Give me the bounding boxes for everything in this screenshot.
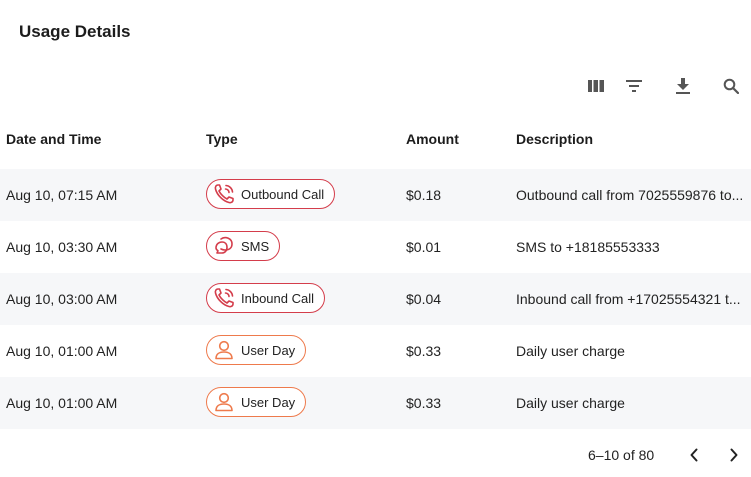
next-page-button[interactable] [722, 443, 746, 467]
row-date: Aug 10, 03:00 AM [6, 291, 118, 307]
page-title: Usage Details [19, 22, 131, 41]
row-amount: $0.33 [406, 343, 442, 359]
row-description: Outbound call from 7025559876 to... [516, 187, 744, 203]
pagination: 6–10 of 80 [0, 443, 751, 467]
column-header-type[interactable]: Type [206, 131, 396, 147]
row-amount: $0.33 [406, 395, 442, 411]
row-description: Daily user charge [516, 395, 625, 411]
row-amount: $0.01 [406, 239, 442, 255]
chat-bubble-icon [211, 233, 237, 259]
type-chip: Outbound Call [206, 179, 336, 209]
table-row[interactable]: Aug 10, 01:00 AM User Day $0.33 Daily us… [0, 377, 751, 429]
search-icon [723, 78, 739, 94]
row-date: Aug 10, 03:30 AM [6, 239, 118, 255]
phone-inbound-icon [211, 285, 237, 311]
row-amount: $0.18 [406, 187, 442, 203]
download-icon [676, 78, 690, 94]
table-row[interactable]: Aug 10, 03:00 AM Inbound Call $0.04 Inbo… [0, 273, 751, 325]
type-chip-label: Outbound Call [241, 186, 325, 202]
filter-button[interactable] [620, 72, 648, 100]
pagination-range: 6–10 of 80 [588, 447, 655, 463]
table-row[interactable]: Aug 10, 03:30 AM SMS $0.01 SMS to +18185… [0, 221, 751, 273]
filter-icon [626, 80, 642, 92]
phone-outbound-icon [211, 181, 237, 207]
row-description: SMS to +18185553333 [516, 239, 660, 255]
table-row[interactable]: Aug 10, 01:00 AM User Day $0.33 Daily us… [0, 325, 751, 377]
type-chip-label: User Day [241, 342, 296, 358]
type-chip: SMS [206, 231, 281, 261]
column-header-description[interactable]: Description [516, 131, 746, 147]
row-date: Aug 10, 01:00 AM [6, 343, 118, 359]
type-chip-label: User Day [241, 394, 296, 410]
type-chip: User Day [206, 387, 307, 417]
table-header: Date and Time Type Amount Description [0, 113, 751, 165]
previous-page-button[interactable] [682, 443, 706, 467]
type-chip-label: SMS [241, 238, 270, 254]
user-icon [211, 389, 237, 415]
type-chip-label: Inbound Call [241, 290, 314, 306]
row-date: Aug 10, 07:15 AM [6, 187, 118, 203]
row-description: Inbound call from +17025554321 t... [516, 291, 741, 307]
table-toolbar [0, 72, 751, 100]
type-chip: User Day [206, 335, 307, 365]
column-header-date[interactable]: Date and Time [6, 131, 196, 147]
type-chip: Inbound Call [206, 283, 325, 313]
column-header-amount[interactable]: Amount [406, 131, 506, 147]
search-button[interactable] [717, 72, 745, 100]
columns-button[interactable] [582, 72, 610, 100]
row-description: Daily user charge [516, 343, 625, 359]
row-date: Aug 10, 01:00 AM [6, 395, 118, 411]
row-amount: $0.04 [406, 291, 442, 307]
chevron-left-icon [690, 448, 698, 462]
download-button[interactable] [669, 72, 697, 100]
columns-icon [588, 80, 604, 92]
chevron-right-icon [730, 448, 738, 462]
table-row[interactable]: Aug 10, 07:15 AM Outbound Call $0.18 Out… [0, 169, 751, 221]
user-icon [211, 337, 237, 363]
